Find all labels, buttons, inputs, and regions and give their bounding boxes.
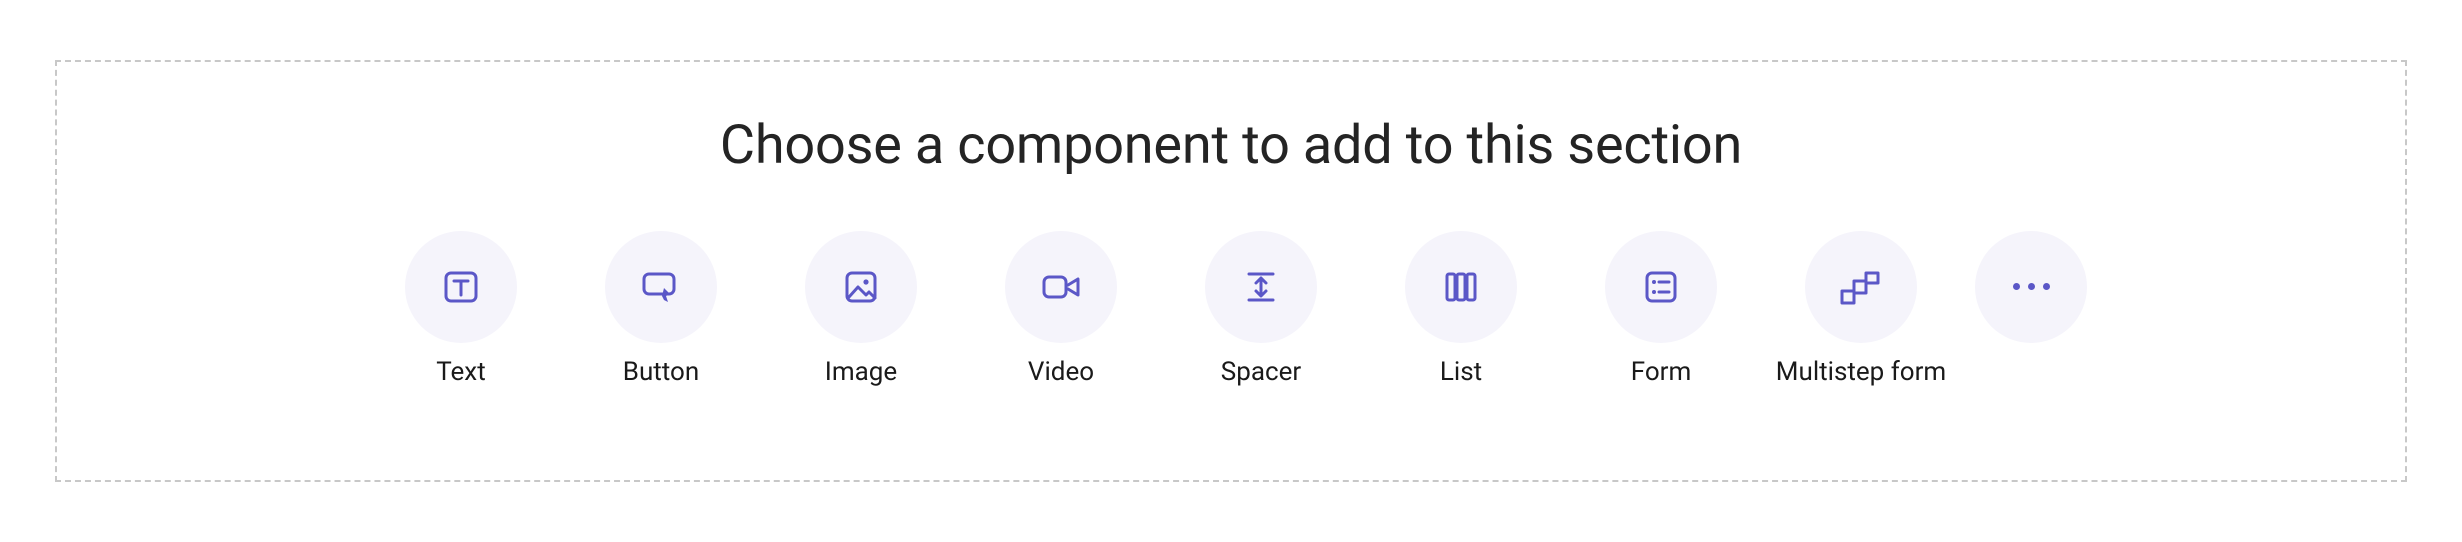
- component-option-label: Multistep form: [1776, 357, 1946, 387]
- component-option-label: Spacer: [1221, 357, 1301, 387]
- component-option-label: Video: [1028, 357, 1094, 387]
- section-dropzone[interactable]: Choose a component to add to this sectio…: [55, 60, 2407, 482]
- section-heading: Choose a component to add to this sectio…: [720, 114, 1742, 179]
- form-icon: [1605, 231, 1717, 343]
- component-option-label: List: [1440, 357, 1482, 387]
- component-option-video[interactable]: Video: [961, 231, 1161, 387]
- component-option-multistep-form[interactable]: Multistep form: [1761, 231, 1961, 387]
- component-option-label: Image: [825, 357, 897, 387]
- component-option-text[interactable]: Text: [361, 231, 561, 387]
- component-option-label: Text: [436, 357, 485, 387]
- component-option-more[interactable]: [1961, 231, 2101, 343]
- spacer-icon: [1205, 231, 1317, 343]
- multistep-icon: [1805, 231, 1917, 343]
- component-option-button[interactable]: Button: [561, 231, 761, 387]
- page-canvas: Choose a component to add to this sectio…: [0, 0, 2462, 542]
- button-icon: [605, 231, 717, 343]
- component-option-spacer[interactable]: Spacer: [1161, 231, 1361, 387]
- component-option-list: Text Button: [361, 231, 2101, 387]
- component-option-list[interactable]: List: [1361, 231, 1561, 387]
- component-option-label: Button: [623, 357, 699, 387]
- image-icon: [805, 231, 917, 343]
- component-option-image[interactable]: Image: [761, 231, 961, 387]
- video-icon: [1005, 231, 1117, 343]
- list-icon: [1405, 231, 1517, 343]
- more-icon: [1975, 231, 2087, 343]
- text-icon: [405, 231, 517, 343]
- component-option-form[interactable]: Form: [1561, 231, 1761, 387]
- component-option-label: Form: [1631, 357, 1692, 387]
